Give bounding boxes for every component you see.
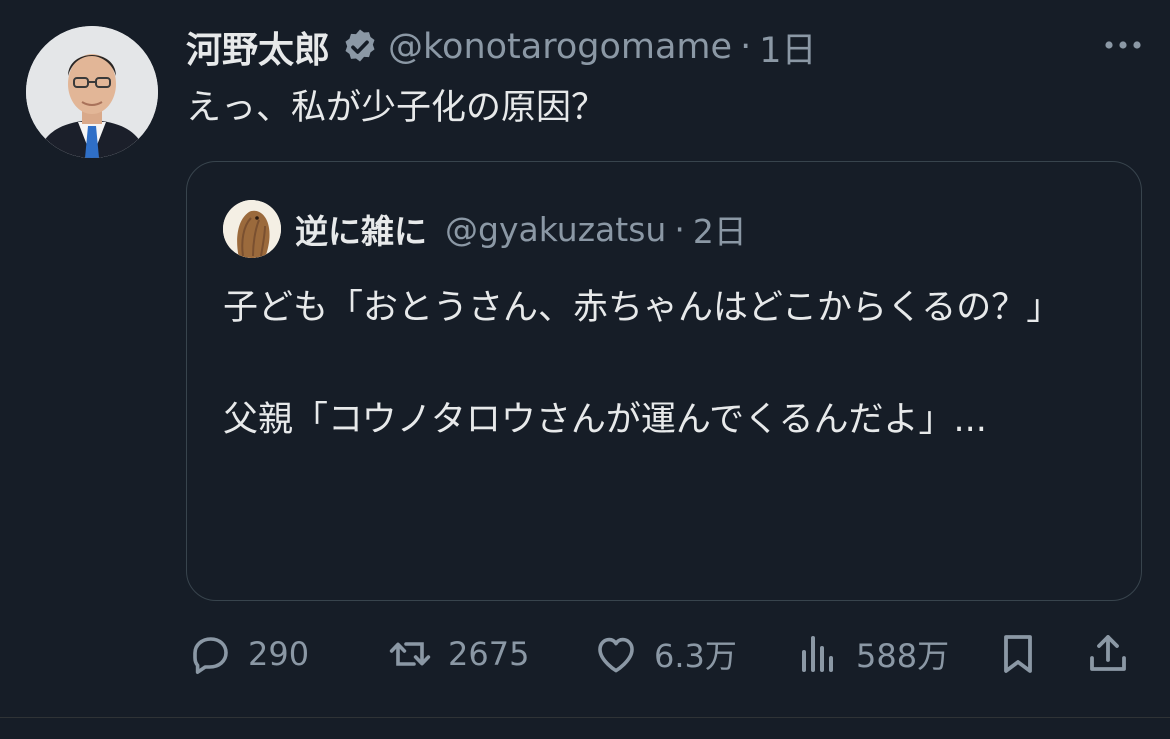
profile-photo-icon [26, 26, 158, 158]
more-options-icon[interactable] [1102, 30, 1144, 60]
tweet-text: えっ、私が少子化の原因？ [186, 88, 607, 128]
quoted-tweet[interactable]: 逆に雑に @gyakuzatsu · 2日 子ども「おとうさん、赤ちゃんはどこか… [186, 161, 1142, 601]
quote-author-name[interactable]: 逆に雑に [295, 205, 427, 253]
views-chart-icon [802, 636, 833, 672]
bookmark-icon [1004, 635, 1032, 673]
reply-button[interactable]: 290 [186, 624, 309, 684]
views-button[interactable]: 588万 [794, 624, 949, 684]
quote-author-avatar[interactable] [223, 200, 281, 258]
share-icon [1090, 635, 1126, 671]
view-count: 588万 [856, 637, 950, 675]
author-handle[interactable]: @konotarogomame [388, 27, 732, 67]
quote-timestamp[interactable]: 2日 [693, 205, 747, 253]
verified-badge-icon[interactable] [340, 27, 380, 67]
bookmark-button[interactable] [994, 624, 1042, 684]
heart-icon [598, 637, 634, 673]
quote-header: 逆に雑に @gyakuzatsu · 2日 [295, 204, 747, 254]
like-button[interactable]: 6.3万 [592, 624, 737, 684]
retweet-icon [389, 642, 431, 666]
reply-count: 290 [248, 635, 310, 673]
like-count: 6.3万 [654, 637, 737, 675]
author-name[interactable]: 河野太郎 [186, 21, 330, 73]
share-button[interactable] [1084, 624, 1132, 684]
author-avatar[interactable] [26, 26, 158, 158]
tweet-timestamp[interactable]: 1日 [759, 22, 816, 73]
quote-author-handle[interactable]: @gyakuzatsu [445, 210, 666, 249]
separator-dot: · [740, 27, 752, 67]
reply-icon [193, 637, 228, 674]
quote-separator-dot: · [674, 209, 685, 249]
tweet-header: 河野太郎 @konotarogomame · 1日 [186, 22, 816, 72]
quote-text: 子ども「おとうさん、赤ちゃんはどこからくるの？」 父親「コウノタロウさんが運んで… [223, 288, 1062, 440]
kiwi-bird-avatar-icon [223, 200, 281, 258]
retweet-count: 2675 [448, 635, 530, 673]
action-bar: 290 2675 6.3万 588万 [186, 624, 1146, 684]
bottom-divider [0, 717, 1170, 718]
retweet-button[interactable]: 2675 [386, 624, 529, 684]
